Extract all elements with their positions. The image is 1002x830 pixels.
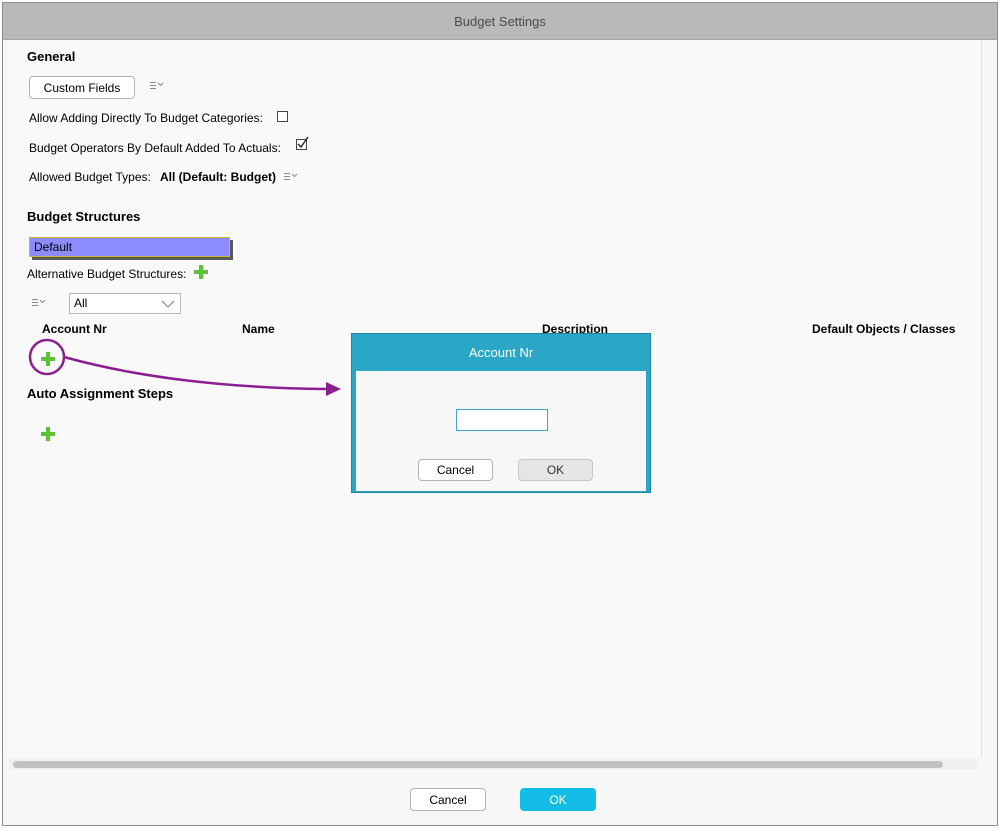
dialog-ok-button[interactable]: OK	[518, 459, 593, 481]
default-structure-field[interactable]: Default	[29, 237, 230, 257]
list-menu-icon[interactable]	[149, 80, 165, 92]
footer-cancel-button[interactable]: Cancel	[410, 788, 486, 811]
scrollbar-thumb[interactable]	[13, 761, 943, 768]
column-header-account-nr[interactable]: Account Nr	[42, 322, 107, 336]
budget-structures-title: Budget Structures	[27, 209, 141, 224]
column-header-default-objects[interactable]: Default Objects / Classes	[812, 322, 955, 336]
allowed-types-value: All (Default: Budget)	[160, 170, 276, 184]
footer-ok-button[interactable]: OK	[520, 788, 596, 811]
structure-filter-value: All	[74, 296, 88, 310]
allow-adding-checkbox[interactable]	[277, 111, 288, 122]
account-nr-dialog: Account Nr Cancel OK	[351, 333, 651, 493]
dialog-cancel-button[interactable]: Cancel	[418, 459, 493, 481]
auto-assignment-title: Auto Assignment Steps	[27, 386, 174, 401]
list-menu-icon[interactable]	[31, 297, 47, 309]
add-alternative-structure-icon[interactable]	[194, 265, 208, 279]
add-assignment-step-icon[interactable]	[41, 427, 55, 441]
alternative-structures-label: Alternative Budget Structures:	[27, 267, 187, 281]
operators-checkbox[interactable]	[296, 136, 309, 150]
checkmark-icon	[297, 136, 309, 149]
custom-fields-button[interactable]: Custom Fields	[29, 76, 135, 99]
account-nr-input[interactable]	[456, 409, 548, 431]
window-titlebar[interactable]: Budget Settings	[3, 3, 997, 40]
operators-label: Budget Operators By Default Added To Act…	[29, 141, 281, 155]
list-menu-icon[interactable]	[283, 171, 299, 183]
column-header-name[interactable]: Name	[242, 322, 275, 336]
general-section-title: General	[27, 49, 76, 64]
allow-adding-label: Allow Adding Directly To Budget Categori…	[29, 111, 263, 125]
chevron-down-icon	[161, 300, 175, 308]
structure-filter-select[interactable]: All	[69, 293, 181, 314]
window-title: Budget Settings	[454, 13, 546, 29]
add-account-icon[interactable]	[41, 352, 55, 366]
dialog-title[interactable]: Account Nr	[352, 334, 650, 370]
allowed-types-label: Allowed Budget Types:	[29, 170, 151, 184]
dialog-body: Cancel OK	[356, 371, 646, 491]
horizontal-scrollbar[interactable]	[9, 759, 977, 770]
